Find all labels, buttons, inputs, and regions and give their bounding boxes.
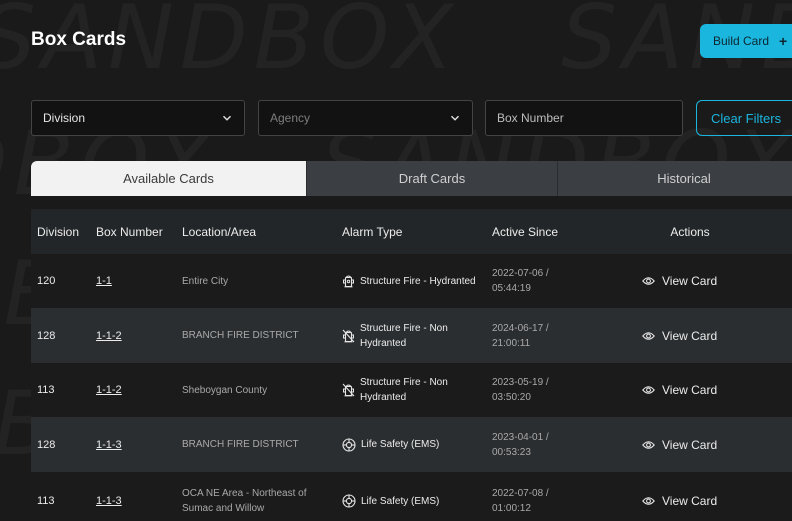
cell-location: Entire City (182, 275, 229, 287)
view-card-button[interactable]: View Card (616, 329, 770, 343)
table-row: 113 1-1-2 Sheboygan County Structure Fir… (31, 363, 792, 417)
cell-active-since: 2023-05-19 / 03:50:20 (486, 375, 610, 405)
cell-division: 113 (37, 384, 55, 396)
table-header: Division Box Number Location/Area Alarm … (31, 209, 792, 254)
view-card-button[interactable]: View Card (616, 494, 770, 508)
active-date: 2023-04-01 / (492, 431, 549, 443)
header-location[interactable]: Location/Area (176, 225, 336, 239)
page-title: Box Cards (31, 29, 127, 50)
active-date: 2023-05-19 / (492, 377, 549, 388)
table-row: 113 1-1-3 OCA NE Area - Northeast of Sum… (31, 472, 792, 521)
life-safety-icon (342, 437, 356, 452)
life-safety-icon (342, 494, 356, 508)
cell-division: 120 (37, 275, 56, 287)
table-row: 128 1-1-2 BRANCH FIRE DISTRICT Structure… (31, 308, 792, 363)
active-time: 00:53:23 (492, 446, 531, 458)
cell-active-since: 2022-07-06 / 05:44:19 (486, 266, 610, 296)
cell-active-since: 2023-04-01 / 00:53:23 (486, 430, 610, 460)
tab-bar: Available Cards Draft Cards Historical (31, 161, 792, 196)
build-card-button[interactable]: Build Card + (700, 24, 792, 58)
cell-location: BRANCH FIRE DISTRICT (182, 439, 299, 450)
view-card-button[interactable]: View Card (616, 383, 770, 397)
box-number-link[interactable]: 1-1-3 (96, 439, 122, 451)
agency-select[interactable]: Agency (258, 100, 473, 136)
cell-division: 128 (37, 438, 56, 451)
active-time: 03:50:20 (492, 392, 531, 403)
view-card-label: View Card (662, 383, 718, 397)
view-card-button[interactable]: View Card (616, 438, 770, 452)
cell-location: OCA NE Area - Northeast of Sumac and Wil… (182, 488, 307, 514)
alarm-type-label: Life Safety (EMS) (361, 439, 440, 450)
header-box-number[interactable]: Box Number (90, 225, 176, 239)
alarm-type-label: Structure Fire - Non Hydranted (360, 377, 448, 403)
box-number-link[interactable]: 1-1 (96, 275, 112, 287)
alarm-type-label: Life Safety (EMS) (361, 495, 440, 507)
plus-icon: + (779, 33, 788, 49)
view-card-label: View Card (662, 328, 718, 343)
cell-active-since: 2024-06-17 / 21:00:11 (486, 321, 610, 351)
hydrant-off-icon (342, 329, 355, 342)
active-time: 05:44:19 (492, 283, 531, 294)
header-division[interactable]: Division (31, 225, 90, 239)
active-time: 01:00:12 (492, 503, 531, 514)
hydrant-icon (343, 275, 354, 288)
eye-icon (642, 277, 655, 285)
active-date: 2022-07-08 / (492, 488, 549, 499)
box-number-input[interactable]: Box Number (485, 100, 683, 136)
box-number-link[interactable]: 1-1-2 (96, 330, 122, 342)
eye-icon (642, 497, 655, 505)
cell-alarm-type: Structure Fire - Non Hydranted (336, 375, 486, 405)
eye-icon (642, 386, 655, 394)
box-number-placeholder: Box Number (497, 111, 564, 125)
view-card-label: View Card (662, 494, 718, 508)
view-card-label: View Card (662, 437, 718, 452)
header-alarm-type[interactable]: Alarm Type (336, 225, 486, 239)
cell-alarm-type: Life Safety (EMS) (336, 494, 486, 509)
tab-draft-cards[interactable]: Draft Cards (307, 161, 558, 196)
active-time: 21:00:11 (492, 337, 531, 349)
hydrant-off-icon (342, 383, 355, 397)
cell-active-since: 2022-07-08 / 01:00:12 (486, 486, 610, 516)
tab-historical[interactable]: Historical (558, 161, 792, 196)
active-date: 2024-06-17 / (492, 322, 549, 334)
chevron-down-icon (222, 115, 232, 121)
alarm-type-label: Structure Fire - Non Hydranted (360, 322, 448, 349)
build-card-label: Build Card (713, 34, 770, 48)
header-actions: Actions (670, 224, 710, 239)
cell-alarm-type: Structure Fire - Hydranted (336, 274, 486, 289)
chevron-down-icon (450, 115, 460, 121)
cell-location: Sheboygan County (182, 384, 268, 396)
eye-icon (642, 440, 655, 449)
view-card-label: View Card (662, 274, 718, 288)
cell-alarm-type: Structure Fire - Non Hydranted (336, 321, 486, 351)
box-number-link[interactable]: 1-1-2 (96, 384, 122, 396)
cell-division: 128 (37, 329, 56, 342)
division-select[interactable]: Division (31, 100, 245, 136)
table-row: 128 1-1-3 BRANCH FIRE DISTRICT Life Safe… (31, 417, 792, 472)
table-row: 120 1-1 Entire City Structure Fire - Hyd… (31, 254, 792, 308)
agency-select-label: Agency (270, 111, 311, 125)
division-select-label: Division (43, 111, 86, 125)
box-number-link[interactable]: 1-1-3 (96, 495, 122, 507)
clear-filters-button[interactable]: Clear Filters (696, 100, 792, 136)
cell-location: BRANCH FIRE DISTRICT (182, 330, 299, 341)
alarm-type-label: Structure Fire - Hydranted (360, 275, 476, 287)
eye-icon (642, 331, 655, 340)
cell-division: 113 (37, 495, 55, 507)
box-cards-table: Division Box Number Location/Area Alarm … (31, 209, 792, 521)
cell-alarm-type: Life Safety (EMS) (336, 437, 486, 452)
header-active-since[interactable]: Active Since (486, 225, 610, 239)
tab-available-cards[interactable]: Available Cards (31, 161, 307, 196)
active-date: 2022-07-06 / (492, 268, 549, 279)
view-card-button[interactable]: View Card (616, 274, 770, 288)
